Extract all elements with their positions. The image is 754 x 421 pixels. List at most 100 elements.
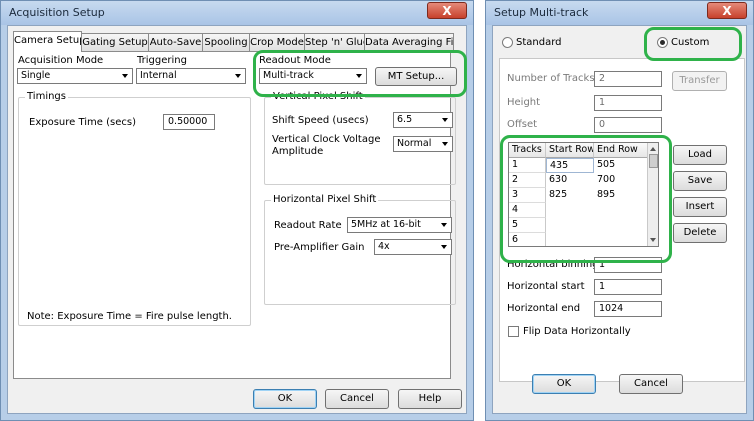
mt-setup-button[interactable]: MT Setup...: [375, 67, 457, 86]
camera-setup-panel: Acquisition Mode Single Triggering Inter…: [13, 51, 457, 379]
scroll-down-icon[interactable]: [648, 236, 658, 244]
end-row-cell[interactable]: [594, 218, 648, 233]
table-scrollbar[interactable]: [647, 143, 658, 246]
tab-label: Crop Mode: [250, 37, 304, 48]
timings-title: Timings: [25, 91, 68, 102]
close-icon: X: [722, 4, 732, 18]
acquisition-setup-client: Camera Setup Gating Setup Auto-Save Spoo…: [7, 25, 467, 414]
shift-speed-select[interactable]: 6.5: [393, 112, 453, 128]
number-of-tracks-value: 2: [599, 73, 606, 84]
tab-auto-save[interactable]: Auto-Save: [148, 33, 203, 51]
chevron-down-icon: [356, 74, 362, 78]
help-button[interactable]: Help: [398, 389, 462, 409]
offset-label: Offset: [507, 119, 538, 130]
height-value: 1: [599, 97, 606, 108]
save-button[interactable]: Save: [673, 171, 727, 191]
tab-label: Data Averaging Filters: [365, 37, 454, 48]
readout-rate-value: 5MHz at 16-bit: [351, 219, 421, 230]
setup-multitrack-titlebar[interactable]: Setup Multi-track X: [486, 1, 753, 25]
tab-label: Spooling: [204, 37, 248, 48]
start-row-cell[interactable]: [546, 203, 594, 218]
flip-data-checkbox[interactable]: [508, 326, 519, 337]
table-row-header: 2: [509, 173, 546, 188]
end-row-cell[interactable]: 505: [594, 158, 648, 173]
scrollbar-thumb[interactable]: [649, 154, 658, 168]
standard-radio[interactable]: [502, 37, 513, 48]
start-row-cell[interactable]: [546, 218, 594, 233]
horizontal-binning-input[interactable]: 1: [594, 257, 662, 273]
readout-rate-select[interactable]: 5MHz at 16-bit: [347, 217, 452, 233]
ok-label: OK: [556, 378, 572, 389]
load-button[interactable]: Load: [673, 145, 727, 165]
start-row-cell[interactable]: 630: [546, 173, 594, 188]
delete-button[interactable]: Delete: [673, 223, 727, 243]
acquisition-mode-label: Acquisition Mode: [18, 55, 104, 66]
vertical-pixel-shift-group: Vertical Pixel Shift Shift Speed (usecs)…: [264, 91, 456, 185]
horizontal-start-value: 1: [599, 281, 606, 292]
flip-data-label: Flip Data Horizontally: [523, 326, 631, 337]
tab-label: Camera Setup: [14, 35, 82, 46]
custom-label: Custom: [671, 37, 710, 48]
height-input[interactable]: 1: [594, 95, 662, 111]
tab-gating-setup[interactable]: Gating Setup: [81, 33, 149, 51]
horizontal-binning-value: 1: [599, 259, 606, 270]
standard-label: Standard: [516, 37, 562, 48]
end-row-cell[interactable]: [594, 233, 648, 246]
vertical-pixel-shift-title: Vertical Pixel Shift: [271, 91, 365, 102]
exposure-time-input[interactable]: 0.50000: [163, 114, 215, 130]
end-row-cell[interactable]: [594, 203, 648, 218]
triggering-select[interactable]: Internal: [136, 68, 246, 84]
save-label: Save: [687, 175, 713, 186]
end-row-cell[interactable]: 895: [594, 188, 648, 203]
readout-rate-label: Readout Rate: [274, 220, 342, 231]
end-row-column-header[interactable]: End Row: [594, 143, 648, 158]
tab-camera-setup[interactable]: Camera Setup: [13, 31, 82, 52]
ok-label: OK: [277, 393, 293, 404]
window-title: Setup Multi-track: [494, 6, 589, 19]
cancel-button[interactable]: Cancel: [619, 374, 683, 394]
horizontal-pixel-shift-title: Horizontal Pixel Shift: [271, 194, 379, 205]
transfer-button[interactable]: Transfer: [672, 71, 727, 91]
horizontal-start-input[interactable]: 1: [594, 279, 662, 295]
exposure-time-value: 0.50000: [168, 116, 208, 127]
start-row-cell[interactable]: [546, 233, 594, 246]
chevron-down-icon: [442, 142, 448, 146]
horizontal-end-input[interactable]: 1024: [594, 301, 662, 317]
tab-crop-mode[interactable]: Crop Mode: [249, 33, 305, 51]
start-row-cell[interactable]: 825: [546, 188, 594, 203]
shift-speed-value: 6.5: [397, 114, 413, 125]
scroll-up-icon[interactable]: [648, 145, 658, 153]
offset-input[interactable]: 0: [594, 117, 662, 133]
cancel-button[interactable]: Cancel: [325, 389, 389, 409]
triggering-value: Internal: [140, 70, 177, 81]
close-button[interactable]: X: [707, 2, 747, 19]
start-row-cell[interactable]: 435: [546, 158, 594, 173]
help-label: Help: [418, 393, 442, 404]
setup-multitrack-client: Standard Custom Number of Tracks 2 Trans…: [492, 25, 747, 414]
tracks-column-header[interactable]: Tracks: [509, 143, 546, 158]
end-row-cell[interactable]: 700: [594, 173, 648, 188]
ok-button[interactable]: OK: [253, 389, 317, 409]
start-row-column-header[interactable]: Start Row: [546, 143, 594, 158]
custom-radio[interactable]: [657, 37, 668, 48]
exposure-time-label: Exposure Time (secs): [29, 117, 136, 128]
table-row-header: 6: [509, 233, 546, 246]
ok-button[interactable]: OK: [532, 374, 596, 394]
chevron-down-icon: [441, 223, 447, 227]
readout-mode-select[interactable]: Multi-track: [259, 68, 367, 84]
table-row-header: 5: [509, 218, 546, 233]
pre-amplifier-gain-select[interactable]: 4x: [374, 239, 452, 255]
acquisition-setup-titlebar[interactable]: Acquisition Setup X: [1, 1, 473, 25]
tab-step-n-glue[interactable]: Step 'n' Glue: [304, 33, 365, 51]
vertical-clock-voltage-select[interactable]: Normal: [393, 136, 453, 152]
acquisition-mode-select[interactable]: Single: [17, 68, 133, 84]
tab-spooling[interactable]: Spooling: [202, 33, 250, 51]
acquisition-mode-value: Single: [21, 70, 51, 81]
delete-label: Delete: [683, 227, 717, 238]
tab-data-averaging-filters[interactable]: Data Averaging Filters: [364, 33, 454, 51]
insert-button[interactable]: Insert: [673, 197, 727, 217]
number-of-tracks-input[interactable]: 2: [594, 71, 662, 87]
setup-multitrack-window: Setup Multi-track X Standard Custom Numb…: [485, 0, 754, 421]
close-button[interactable]: X: [427, 2, 467, 19]
tracks-table[interactable]: Tracks Start Row End Row 1 435 505 2 630…: [508, 142, 659, 247]
